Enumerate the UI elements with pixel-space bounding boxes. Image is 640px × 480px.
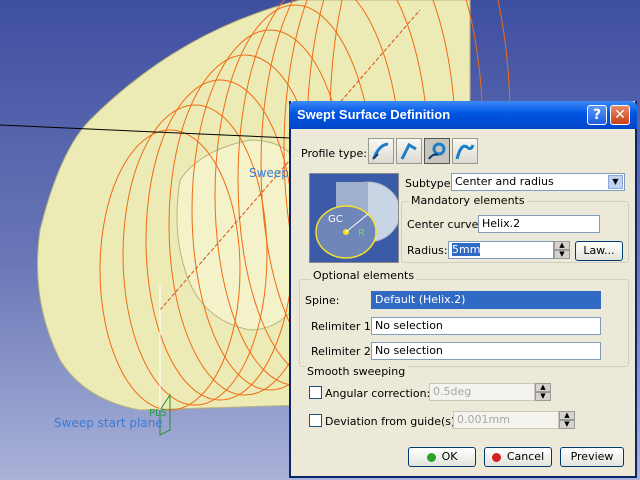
relimiter2-label: Relimiter 2:	[311, 345, 375, 358]
spin-up-icon[interactable]: ▲	[559, 411, 575, 420]
spin-down-icon[interactable]: ▼	[535, 392, 551, 401]
line-profile-icon	[400, 142, 417, 160]
explicit-profile-button[interactable]	[368, 138, 394, 164]
deviation-spinner[interactable]: ▲ ▼	[559, 411, 575, 429]
law-button[interactable]: Law...	[575, 241, 623, 261]
profile-preview-image: GC R	[309, 173, 401, 263]
angular-correction-label: Angular correction:	[325, 387, 431, 400]
conic-profile-icon	[455, 144, 475, 160]
spin-up-icon[interactable]: ▲	[535, 383, 551, 392]
cancel-button[interactable]: Cancel	[484, 447, 552, 467]
deviation-field[interactable]: 0.001mm	[453, 411, 559, 429]
relimiter1-label: Relimiter 1:	[311, 320, 375, 333]
subtype-value: Center and radius	[455, 175, 554, 188]
preview-gc-label: GC	[328, 214, 343, 225]
sweep-label: Sweep	[249, 166, 289, 180]
dialog-titlebar[interactable]: Swept Surface Definition ? ✕	[289, 101, 637, 129]
circle-profile-button[interactable]	[424, 138, 450, 164]
close-button[interactable]: ✕	[610, 105, 630, 125]
mandatory-elements-title: Mandatory elements	[409, 194, 527, 207]
chevron-down-icon[interactable]: ▼	[608, 175, 623, 189]
radius-value: 5mm	[452, 243, 481, 256]
center-curve-field[interactable]: Helix.2	[478, 215, 600, 233]
spin-down-icon[interactable]: ▼	[554, 250, 570, 259]
help-button[interactable]: ?	[587, 105, 607, 125]
angular-correction-checkbox[interactable]	[309, 386, 322, 399]
conic-profile-button[interactable]	[452, 138, 478, 164]
center-curve-label: Center curve:	[407, 218, 483, 231]
relimiter1-field[interactable]: No selection	[371, 317, 601, 335]
angular-correction-field[interactable]: 0.5deg	[429, 383, 535, 401]
spin-down-icon[interactable]: ▼	[559, 420, 575, 429]
explicit-profile-icon	[372, 142, 389, 160]
circle-profile-icon	[428, 142, 446, 160]
deviation-label: Deviation from guide(s):	[325, 415, 459, 428]
deviation-checkbox[interactable]	[309, 414, 322, 427]
preview-r-label: R	[358, 228, 365, 239]
spine-field[interactable]: Default (Helix.2)	[371, 291, 601, 309]
subtype-select[interactable]: Center and radius ▼	[451, 173, 625, 191]
ok-icon	[426, 452, 436, 462]
sweep-start-plane-label: Sweep start plane	[54, 416, 163, 430]
spin-up-icon[interactable]: ▲	[554, 241, 570, 250]
cancel-label: Cancel	[506, 450, 545, 463]
angular-correction-spinner[interactable]: ▲ ▼	[535, 383, 551, 401]
cancel-icon	[491, 452, 501, 462]
subtype-label: Subtype:	[405, 177, 455, 190]
optional-elements-title: Optional elements	[311, 269, 417, 282]
line-profile-button[interactable]	[396, 138, 422, 164]
radius-spinner[interactable]: ▲ ▼	[554, 241, 570, 259]
ok-button[interactable]: OK	[408, 447, 476, 467]
preview-button[interactable]: Preview	[560, 447, 624, 467]
swept-surface-dialog: Swept Surface Definition ? ✕ Profile typ…	[289, 101, 637, 478]
relimiter2-field[interactable]: No selection	[371, 342, 601, 360]
spine-label: Spine:	[305, 294, 340, 307]
ok-label: OK	[441, 450, 458, 463]
profile-type-label: Profile type:	[301, 147, 367, 160]
radius-field[interactable]: 5mm	[448, 241, 554, 259]
radius-label: Radius:	[407, 244, 448, 257]
smooth-sweeping-title: Smooth sweeping	[305, 365, 408, 378]
dialog-title: Swept Surface Definition	[297, 107, 451, 122]
plane-tag: PL5	[149, 408, 167, 419]
